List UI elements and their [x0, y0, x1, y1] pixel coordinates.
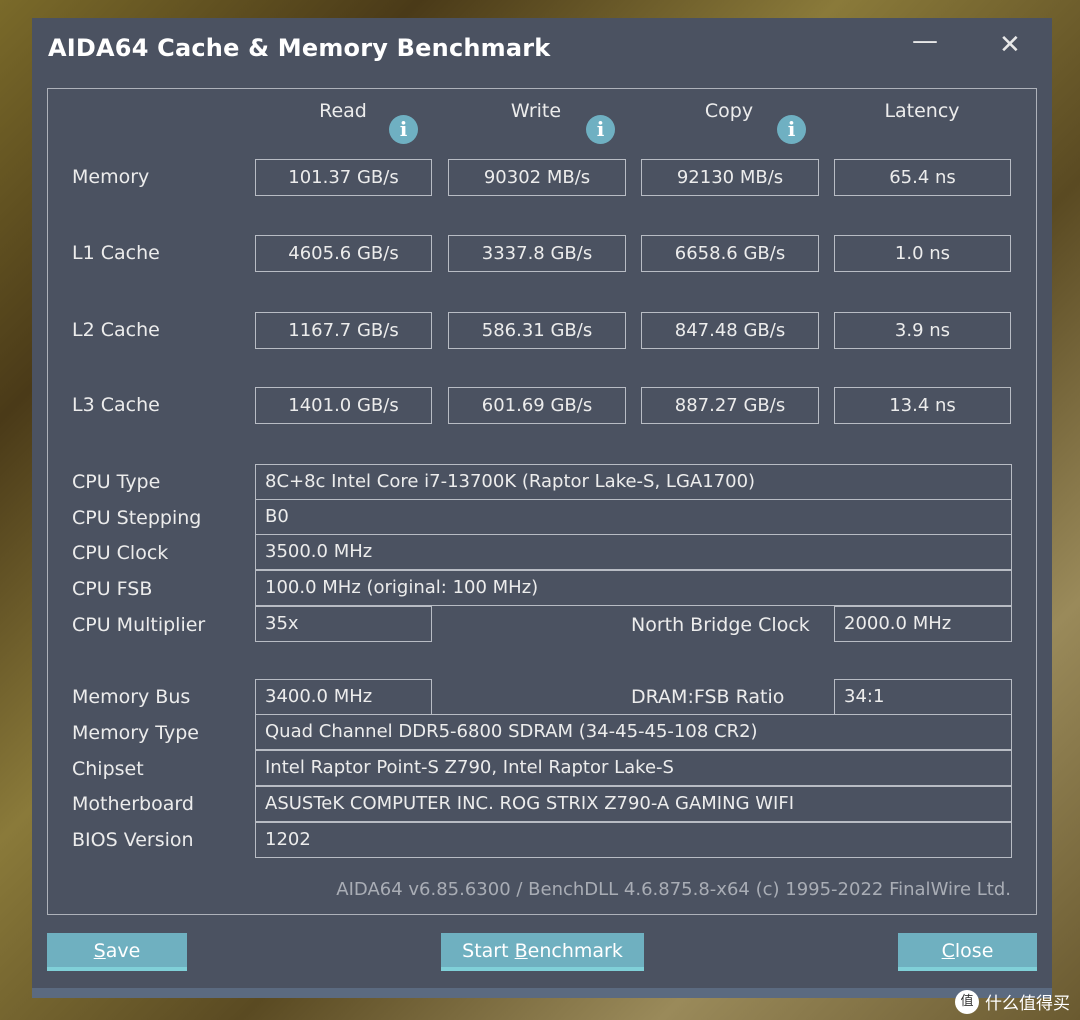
cpu-clock-value: 3500.0 MHz	[255, 534, 1012, 570]
memory-bus-label: Memory Bus	[72, 686, 191, 708]
start-label: Start	[462, 940, 515, 962]
window-bottom-strip	[32, 988, 1052, 998]
chipset-label: Chipset	[72, 758, 144, 780]
cpu-multiplier-label: CPU Multiplier	[72, 614, 206, 636]
row-label: L3 Cache	[72, 394, 160, 416]
write-info-icon[interactable]: i	[586, 115, 615, 144]
save-label: ave	[105, 940, 141, 962]
cpu-type-value: 8C+8c Intel Core i7-13700K (Raptor Lake-…	[255, 464, 1012, 500]
nb-clock-label: North Bridge Clock	[631, 614, 810, 636]
save-accel: S	[93, 940, 106, 962]
write-value: 601.69 GB/s	[448, 387, 626, 424]
write-value: 3337.8 GB/s	[448, 235, 626, 272]
bios-value: 1202	[255, 822, 1012, 858]
watermark: 值什么值得买	[955, 989, 1070, 1014]
close-button[interactable]: Close	[898, 933, 1037, 971]
cpu-type-label: CPU Type	[72, 471, 161, 493]
header-latency: Latency	[884, 100, 960, 122]
chipset-value: Intel Raptor Point-S Z790, Intel Raptor …	[255, 750, 1012, 786]
nb-clock-value: 2000.0 MHz	[834, 606, 1012, 642]
copy-value: 6658.6 GB/s	[641, 235, 819, 272]
minimize-button[interactable]: —	[912, 26, 938, 56]
copy-value: 847.48 GB/s	[641, 312, 819, 349]
dram-ratio-value: 34:1	[834, 679, 1012, 715]
read-value: 4605.6 GB/s	[255, 235, 432, 272]
latency-value: 1.0 ns	[834, 235, 1011, 272]
cpu-stepping-label: CPU Stepping	[72, 507, 202, 529]
row-label: Memory	[72, 166, 150, 188]
bios-label: BIOS Version	[72, 829, 194, 851]
start-accel: B	[514, 940, 528, 962]
memory-type-value: Quad Channel DDR5-6800 SDRAM (34-45-45-1…	[255, 714, 1012, 750]
version-footer: AIDA64 v6.85.6300 / BenchDLL 4.6.875.8-x…	[336, 879, 1011, 900]
cpu-multiplier-value: 35x	[255, 606, 432, 642]
close-window-button[interactable]: ✕	[999, 30, 1021, 60]
latency-value: 65.4 ns	[834, 159, 1011, 196]
motherboard-value: ASUSTeK COMPUTER INC. ROG STRIX Z790-A G…	[255, 786, 1012, 822]
row-label: L1 Cache	[72, 242, 160, 264]
start-label-rest: enchmark	[527, 940, 623, 962]
cpu-stepping-value: B0	[255, 499, 1012, 535]
close-label: lose	[954, 940, 994, 962]
latency-value: 13.4 ns	[834, 387, 1011, 424]
watermark-logo-icon: 值	[955, 989, 979, 1014]
window-title: AIDA64 Cache & Memory Benchmark	[48, 34, 551, 62]
cpu-clock-label: CPU Clock	[72, 542, 169, 564]
copy-info-icon[interactable]: i	[777, 115, 806, 144]
read-value: 101.37 GB/s	[255, 159, 432, 196]
copy-value: 92130 MB/s	[641, 159, 819, 196]
cpu-fsb-value: 100.0 MHz (original: 100 MHz)	[255, 570, 1012, 606]
read-value: 1401.0 GB/s	[255, 387, 432, 424]
write-value: 90302 MB/s	[448, 159, 626, 196]
watermark-text: 什么值得买	[985, 994, 1070, 1014]
latency-value: 3.9 ns	[834, 312, 1011, 349]
dram-ratio-label: DRAM:FSB Ratio	[631, 686, 785, 708]
read-value: 1167.7 GB/s	[255, 312, 432, 349]
row-label: L2 Cache	[72, 319, 160, 341]
save-button[interactable]: Save	[47, 933, 187, 971]
cpu-fsb-label: CPU FSB	[72, 578, 153, 600]
motherboard-label: Motherboard	[72, 793, 194, 815]
memory-type-label: Memory Type	[72, 722, 199, 744]
start-benchmark-button[interactable]: Start Benchmark	[441, 933, 644, 971]
write-value: 586.31 GB/s	[448, 312, 626, 349]
memory-bus-value: 3400.0 MHz	[255, 679, 432, 715]
close-accel: C	[941, 940, 955, 962]
read-info-icon[interactable]: i	[389, 115, 418, 144]
copy-value: 887.27 GB/s	[641, 387, 819, 424]
